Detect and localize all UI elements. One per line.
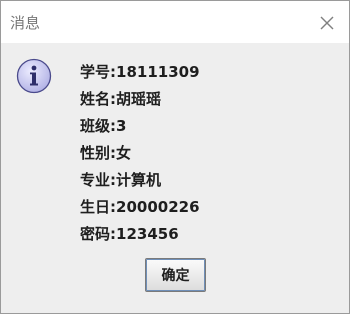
birthday-label: 生日	[80, 198, 111, 216]
line-gender: 性别:女	[80, 140, 200, 167]
ok-button[interactable]: 确定	[145, 258, 206, 292]
name-label: 姓名	[80, 90, 111, 108]
info-icon	[16, 58, 52, 94]
password-label: 密码	[80, 225, 111, 243]
class-value: 3	[116, 117, 127, 135]
line-major: 专业:计算机	[80, 167, 200, 194]
class-label: 班级	[80, 117, 111, 135]
line-name: 姓名:胡瑶瑶	[80, 86, 200, 113]
birthday-value: 20000226	[116, 198, 200, 216]
password-value: 123456	[116, 225, 179, 243]
message-dialog: 消息 学号:18111309 姓名:胡瑶瑶 班级:3 性别:女 专业:计算机 生…	[0, 0, 350, 314]
student-id-value: 18111309	[116, 63, 200, 81]
line-student-id: 学号:18111309	[80, 59, 200, 86]
title-bar[interactable]: 消息	[1, 1, 349, 43]
line-birthday: 生日:20000226	[80, 194, 200, 221]
line-password: 密码:123456	[80, 221, 200, 248]
major-value: 计算机	[116, 171, 162, 189]
student-id-label: 学号	[80, 63, 111, 81]
close-icon[interactable]	[313, 9, 341, 37]
line-class: 班级:3	[80, 113, 200, 140]
info-lines: 学号:18111309 姓名:胡瑶瑶 班级:3 性别:女 专业:计算机 生日:2…	[80, 59, 200, 248]
dialog-title: 消息	[10, 14, 41, 32]
gender-value: 女	[116, 144, 132, 162]
name-value: 胡瑶瑶	[116, 90, 162, 108]
gender-label: 性别	[80, 144, 111, 162]
major-label: 专业	[80, 171, 111, 189]
